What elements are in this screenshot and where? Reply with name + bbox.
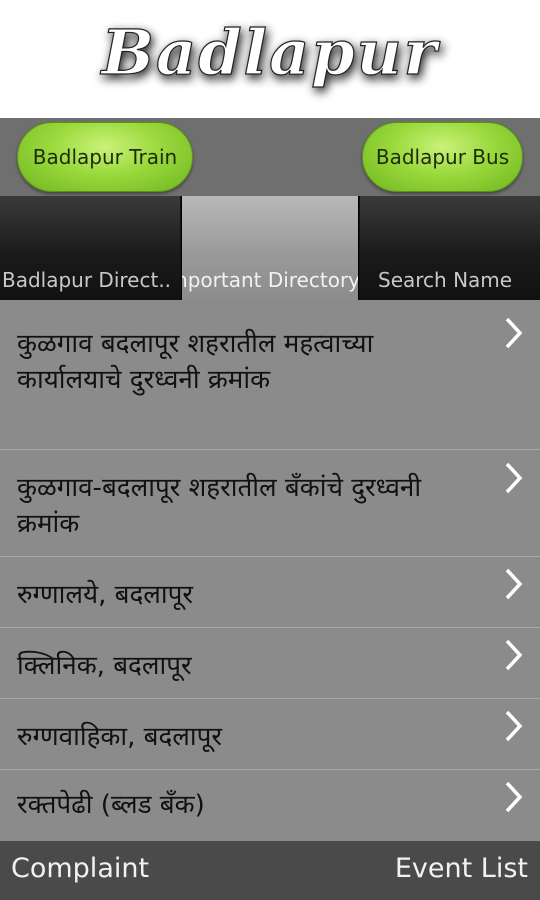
directory-list: कुळगाव बदलापूर शहरातील महत्वाच्या कार्या… <box>0 306 540 841</box>
badlapur-bus-button[interactable]: Badlapur Bus <box>362 122 523 192</box>
tab-label: Search Name <box>378 268 513 292</box>
list-item-label: रुग्णवाहिका, बदलापूर <box>17 722 223 752</box>
chevron-right-icon <box>505 568 523 600</box>
tab-badlapur-directory[interactable]: Badlapur Direct.. <box>0 196 180 300</box>
list-item[interactable]: रुग्णवाहिका, बदलापूर <box>0 699 540 770</box>
complaint-button[interactable]: Complaint <box>11 853 149 884</box>
badlapur-train-button[interactable]: Badlapur Train <box>17 122 193 192</box>
tab-bar: Badlapur Direct.. Important Directory Se… <box>0 196 540 300</box>
app-title: Badlapur <box>100 16 441 89</box>
list-item-label: रुग्णालये, बदलापूर <box>17 580 194 610</box>
quick-buttons-bar: Badlapur Train Badlapur Bus <box>0 118 540 196</box>
list-item-label: क्लिनिक, बदलापूर <box>17 651 192 681</box>
app-header: Badlapur <box>0 0 540 118</box>
list-item[interactable]: कुळगाव बदलापूर शहरातील महत्वाच्या कार्या… <box>0 306 540 450</box>
list-item[interactable]: कुळगाव-बदलापूर शहरातील बँकांचे दुरध्वनी … <box>0 450 540 557</box>
tab-label: Badlapur Direct.. <box>2 268 172 292</box>
chevron-right-icon <box>505 639 523 671</box>
chevron-right-icon <box>505 710 523 742</box>
list-item-label: कुळगाव-बदलापूर शहरातील बँकांचे दुरध्वनी … <box>17 473 422 539</box>
chevron-right-icon <box>505 317 523 349</box>
tab-important-directory[interactable]: Important Directory <box>181 196 359 300</box>
event-list-button[interactable]: Event List <box>395 853 528 884</box>
tab-search-name[interactable]: Search Name <box>360 196 540 300</box>
list-item-label: रक्तपेढी (ब्लड बँक) <box>17 790 205 820</box>
tab-label: Important Directory <box>181 268 359 292</box>
chevron-right-icon <box>505 462 523 494</box>
footer-bar: Complaint Event List <box>0 841 540 900</box>
list-item[interactable]: क्लिनिक, बदलापूर <box>0 628 540 699</box>
chevron-right-icon <box>505 781 523 813</box>
app-logo: Badlapur <box>99 15 441 89</box>
list-item[interactable]: रुग्णालये, बदलापूर <box>0 557 540 628</box>
list-item[interactable]: रक्तपेढी (ब्लड बँक) <box>0 770 540 841</box>
list-item-label: कुळगाव बदलापूर शहरातील महत्वाच्या कार्या… <box>17 329 374 395</box>
